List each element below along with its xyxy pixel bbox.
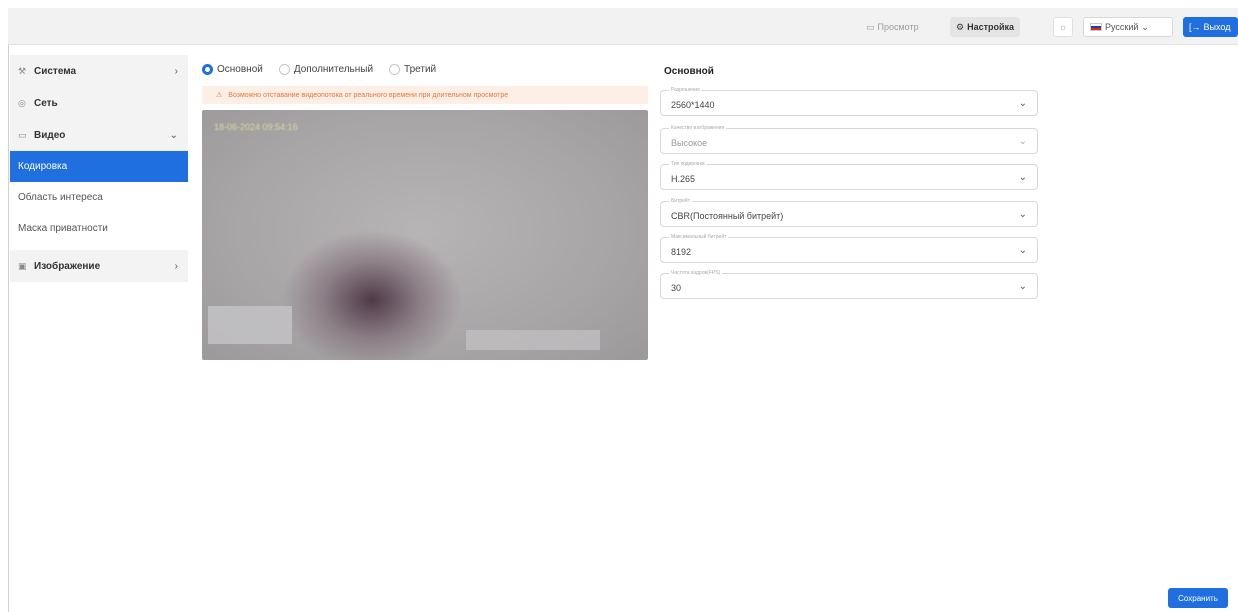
chevron-down-icon: ⌄ [1141, 21, 1149, 32]
image-quality-select: Качество изображения Высокое ⌄ [660, 125, 1038, 154]
sidebar-item-video[interactable]: ▭ Видео ⌄ [10, 119, 188, 151]
chevron-down-icon: ⌄ [1018, 172, 1027, 183]
fps-select[interactable]: Частота кадров(FPS) 30 ⌄ [660, 270, 1038, 299]
network-icon: ◎ [18, 97, 26, 108]
latency-warning: ⚠ Возможно отставание видеопотока от реа… [202, 86, 648, 104]
encoding-type-select[interactable]: Тип кодировки H.265 ⌄ [660, 161, 1038, 190]
monitor-icon: ▭ [866, 21, 875, 32]
max-bitrate-select[interactable]: Максимальный битрейт 8192 ⌄ [660, 234, 1038, 263]
language-select[interactable]: Русский ⌄ [1083, 17, 1173, 37]
bitrate-type-select[interactable]: Битрейт CBR(Постоянный битрейт) ⌄ [660, 198, 1038, 227]
save-button[interactable]: Сохранить [1168, 588, 1228, 608]
chevron-down-icon: ⌄ [1018, 281, 1027, 292]
tab-main[interactable]: Основной [202, 64, 263, 75]
sidebar: ⚒ Система › ◎ Сеть ▭ Видео ⌄ Кодировка О… [10, 55, 188, 282]
sidebar-item-network[interactable]: ◎ Сеть [10, 87, 188, 119]
exit-button[interactable]: [→ Выход [1183, 17, 1238, 37]
sidebar-item-system[interactable]: ⚒ Система › [10, 55, 188, 87]
warning-icon: ⚠ [216, 92, 223, 99]
sidebar-item-encoding[interactable]: Кодировка [10, 151, 188, 182]
chevron-right-icon: › [174, 65, 178, 77]
tab-third[interactable]: Третий [389, 64, 436, 75]
chevron-down-icon: ⌄ [1018, 245, 1027, 256]
sidebar-item-privacy-mask[interactable]: Маска приватности [10, 213, 188, 244]
gear-icon: ⚙ [956, 21, 965, 32]
video-timestamp: 18-06-2024 09:54:16 [214, 122, 298, 132]
preview-button[interactable]: ▭ Просмотр [860, 17, 925, 37]
video-preview: 18-06-2024 09:54:16 [202, 110, 648, 360]
chevron-down-icon: ⌄ [1018, 209, 1027, 220]
image-icon: ▣ [18, 260, 27, 271]
form-title: Основной [664, 66, 714, 77]
osd-block [208, 306, 292, 344]
theme-button[interactable]: ☼ [1053, 17, 1073, 37]
radio-icon [389, 64, 401, 75]
video-icon: ▭ [18, 129, 27, 140]
logout-icon: [→ [1189, 22, 1201, 32]
radio-selected-icon [202, 64, 213, 75]
wrench-icon: ⚒ [18, 65, 27, 76]
settings-button[interactable]: ⚙ Настройка [950, 17, 1021, 37]
left-border [8, 45, 9, 612]
sun-icon: ☼ [1058, 22, 1068, 32]
stream-tabs: Основной Дополнительный Третий [202, 64, 436, 75]
sidebar-item-image[interactable]: ▣ Изображение › [10, 250, 188, 282]
sidebar-item-roi[interactable]: Область интереса [10, 182, 188, 213]
chevron-down-icon: ⌄ [1018, 136, 1027, 147]
chevron-down-icon: ⌄ [169, 129, 178, 141]
osd-block [466, 330, 600, 350]
resolution-select[interactable]: Разрешение 2560*1440 ⌄ [660, 87, 1038, 116]
chevron-right-icon: › [174, 260, 178, 272]
chevron-down-icon: ⌄ [1018, 98, 1027, 109]
radio-icon [278, 64, 290, 75]
tab-sub[interactable]: Дополнительный [278, 64, 373, 75]
top-bar: ▭ Просмотр ⚙ Настройка ☼ Русский ⌄ [→ Вы… [8, 8, 1238, 45]
russia-flag-icon [1090, 23, 1102, 31]
